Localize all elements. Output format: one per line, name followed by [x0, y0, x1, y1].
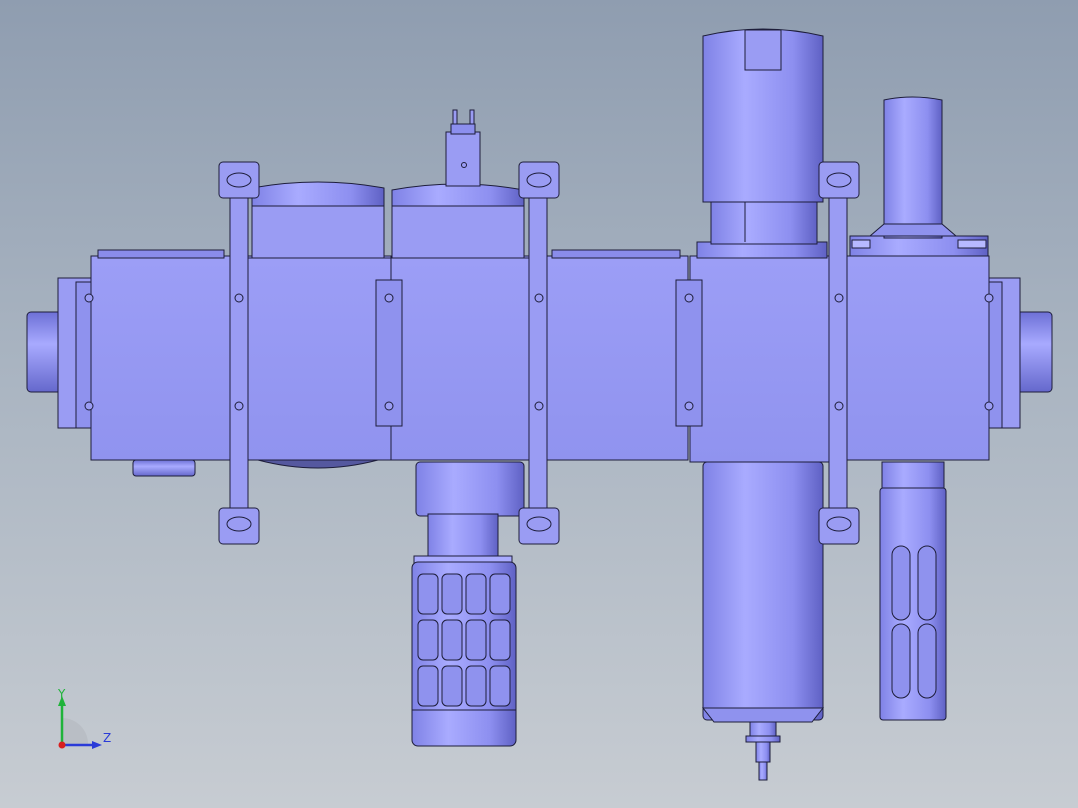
module-body-2-filter [245, 181, 392, 469]
lubricator-stem [868, 96, 958, 239]
lubricator-bowl [879, 461, 947, 721]
module-body-1 [90, 249, 232, 477]
regulator-bowl [701, 461, 825, 781]
cad-graphics-viewport[interactable]: Y Z [0, 0, 1078, 808]
module-body-4 [544, 249, 689, 461]
view-orientation-triad [58, 696, 102, 749]
pneumatic-frl-assembly-model[interactable] [0, 0, 1078, 808]
module-body-3-valve [390, 109, 532, 461]
triad-z-label: Z [103, 731, 112, 745]
muffler-bowl [411, 461, 525, 747]
module-body-5-regulator [689, 241, 831, 463]
triad-y-label: Y [58, 687, 66, 701]
module-body-6-lubricator [844, 235, 990, 461]
regulator-knob [702, 28, 824, 245]
